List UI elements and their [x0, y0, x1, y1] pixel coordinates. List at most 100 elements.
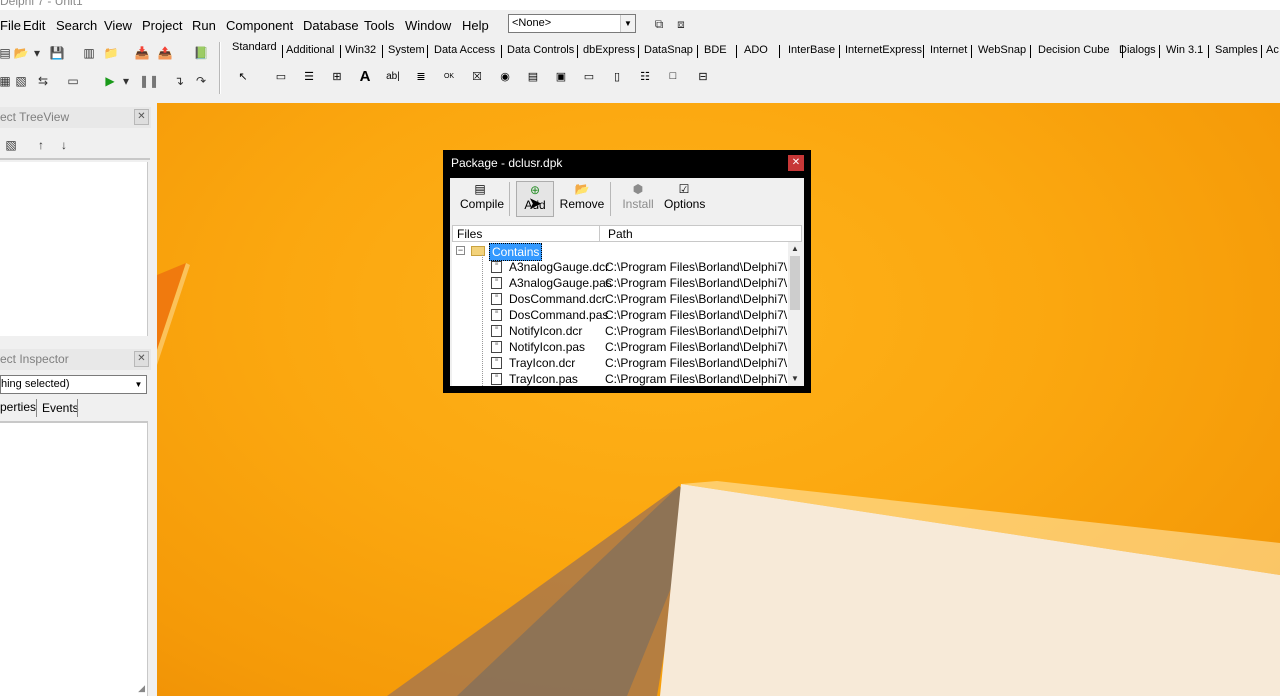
compile-button[interactable]: ▤ Compile — [460, 181, 504, 217]
close-icon[interactable]: ✕ — [788, 155, 804, 171]
scrollbar-icon[interactable]: ▭ — [578, 65, 600, 87]
menu-tools[interactable]: Tools — [364, 18, 394, 33]
tab-ado[interactable]: ADO — [744, 44, 768, 56]
actionlist-icon[interactable]: ⊟ — [692, 65, 714, 87]
menu-edit[interactable]: Edit — [23, 18, 45, 33]
tab-interbase[interactable]: InterBase — [788, 44, 835, 56]
edit-icon[interactable]: ab| — [382, 65, 404, 87]
menu-help[interactable]: Help — [462, 18, 489, 33]
column-divider[interactable] — [599, 226, 600, 241]
column-header-path[interactable]: Path — [608, 227, 633, 241]
close-icon[interactable]: ✕ — [134, 351, 149, 367]
memo-icon[interactable]: ≣ — [410, 65, 432, 87]
tab-dbexpress[interactable]: dbExpress — [583, 44, 635, 56]
tab-win31[interactable]: Win 3.1 — [1166, 44, 1203, 56]
vertical-scrollbar[interactable]: ▲ ▼ — [788, 242, 802, 386]
tab-properties[interactable]: perties — [0, 400, 36, 414]
checkbox-icon[interactable]: ☒ — [466, 65, 488, 87]
desktop-layout-combo[interactable]: <None> ▼ — [508, 14, 636, 33]
save-icon[interactable]: 💾 — [48, 44, 66, 62]
tab-win32[interactable]: Win32 — [345, 44, 376, 56]
file-row[interactable]: ≡ TrayIcon.pas C:\Program Files\Borland\… — [452, 371, 802, 386]
tab-dialogs[interactable]: Dialogs — [1119, 44, 1156, 56]
radiogroup-icon[interactable]: ☷ — [634, 65, 656, 87]
options-button[interactable]: ☑ Options — [664, 181, 705, 217]
tab-datasnap[interactable]: DataSnap — [644, 44, 693, 56]
menu-search[interactable]: Search — [56, 18, 97, 33]
panel-icon[interactable]: □ — [662, 65, 684, 87]
object-selector-combo[interactable]: hing selected) ▼ — [0, 375, 147, 394]
menu-project[interactable]: Project — [142, 18, 182, 33]
column-header-files[interactable]: Files — [457, 227, 482, 241]
remove-button[interactable]: 📂 Remove — [559, 181, 605, 217]
tab-internetexpress[interactable]: InternetExpress — [845, 44, 922, 56]
menu-component[interactable]: Component — [226, 18, 293, 33]
file-row[interactable]: ≡ A3nalogGauge.pas C:\Program Files\Borl… — [452, 275, 802, 291]
scroll-down-icon[interactable]: ▼ — [788, 372, 802, 386]
tab-websnap[interactable]: WebSnap — [978, 44, 1026, 56]
save-desktop-icon[interactable]: ⧉ — [650, 15, 668, 33]
arrow-down-icon[interactable]: ↓ — [55, 136, 73, 154]
file-tree[interactable]: − Contains ≡ A3nalogGauge.dcr C:\Program… — [452, 242, 802, 386]
groupbox-icon[interactable]: ▯ — [606, 65, 628, 87]
tab-system[interactable]: System — [388, 44, 425, 56]
tab-standard[interactable]: Standard — [232, 41, 277, 53]
tab-activex[interactable]: Ac — [1266, 44, 1279, 56]
tab-samples[interactable]: Samples — [1215, 44, 1258, 56]
inspector-grid[interactable]: ◢ — [0, 421, 148, 696]
install-button[interactable]: ⬢ Install — [620, 181, 656, 217]
file-row[interactable]: ≡ DosCommand.pas C:\Program Files\Borlan… — [452, 307, 802, 323]
tab-events[interactable]: Events — [42, 401, 79, 415]
listbox-icon[interactable]: ▤ — [522, 65, 544, 87]
open-icon[interactable]: 📂 — [12, 44, 30, 62]
set-debug-desktop-icon[interactable]: ⧈ — [672, 15, 690, 33]
open-project-icon[interactable]: 📁 — [102, 44, 120, 62]
combobox-icon[interactable]: ▣ — [550, 65, 572, 87]
step-over-icon[interactable]: ↷ — [192, 72, 210, 90]
pointer-icon[interactable]: ↖ — [232, 65, 254, 87]
save-all-icon[interactable]: ▥ — [80, 44, 98, 62]
trace-into-icon[interactable]: ↴ — [170, 72, 188, 90]
radiobutton-icon[interactable]: ◉ — [494, 65, 516, 87]
file-row[interactable]: ≡ NotifyIcon.pas C:\Program Files\Borlan… — [452, 339, 802, 355]
file-row[interactable]: ≡ DosCommand.dcr C:\Program Files\Borlan… — [452, 291, 802, 307]
tab-bde[interactable]: BDE — [704, 44, 727, 56]
chevron-down-icon[interactable]: ▼ — [131, 376, 146, 393]
mainmenu-icon[interactable]: ☰ — [298, 65, 320, 87]
tab-additional[interactable]: Additional — [286, 44, 334, 56]
toggle-form-unit-icon[interactable]: ⇆ — [34, 72, 52, 90]
file-row[interactable]: ≡ A3nalogGauge.dcr C:\Program Files\Borl… — [452, 259, 802, 275]
tab-data-controls[interactable]: Data Controls — [507, 44, 574, 56]
file-row[interactable]: ≡ NotifyIcon.dcr C:\Program Files\Borlan… — [452, 323, 802, 339]
button-icon[interactable]: OK — [438, 65, 460, 87]
menu-file[interactable]: File — [0, 18, 21, 33]
object-treeview[interactable] — [0, 162, 148, 336]
new-form-icon[interactable]: ▭ — [64, 72, 82, 90]
tab-internet[interactable]: Internet — [930, 44, 967, 56]
menu-run[interactable]: Run — [192, 18, 216, 33]
pause-icon[interactable]: ❚❚ — [139, 72, 159, 90]
add-file-icon[interactable]: 📥 — [133, 44, 151, 62]
collapse-icon[interactable]: − — [456, 246, 465, 255]
menu-view[interactable]: View — [104, 18, 132, 33]
file-row[interactable]: ≡ TrayIcon.dcr C:\Program Files\Borland\… — [452, 355, 802, 371]
remove-file-icon[interactable]: 📤 — [156, 44, 174, 62]
popupmenu-icon[interactable]: ⊞ — [326, 65, 348, 87]
scrollbar-thumb[interactable] — [790, 256, 800, 310]
tab-data-access[interactable]: Data Access — [434, 44, 495, 56]
view-form-icon[interactable]: ▧ — [12, 72, 30, 90]
resize-grip-icon[interactable]: ◢ — [138, 683, 145, 694]
run-icon[interactable]: ▶ — [101, 72, 119, 90]
tree-root-contains[interactable]: − Contains — [452, 243, 788, 261]
treeview-new-item-icon[interactable]: ▧ — [2, 136, 20, 154]
scroll-up-icon[interactable]: ▲ — [788, 242, 802, 256]
close-icon[interactable]: ✕ — [134, 109, 149, 125]
chevron-down-icon[interactable]: ▼ — [620, 15, 635, 32]
menu-window[interactable]: Window — [405, 18, 451, 33]
menu-database[interactable]: Database — [303, 18, 359, 33]
frame-icon[interactable]: ▭ — [270, 65, 292, 87]
help-book-icon[interactable]: 📗 — [192, 44, 210, 62]
arrow-up-icon[interactable]: ↑ — [32, 136, 50, 154]
run-dropdown-icon[interactable]: ▾ — [121, 72, 131, 90]
label-icon[interactable]: A — [354, 65, 376, 87]
